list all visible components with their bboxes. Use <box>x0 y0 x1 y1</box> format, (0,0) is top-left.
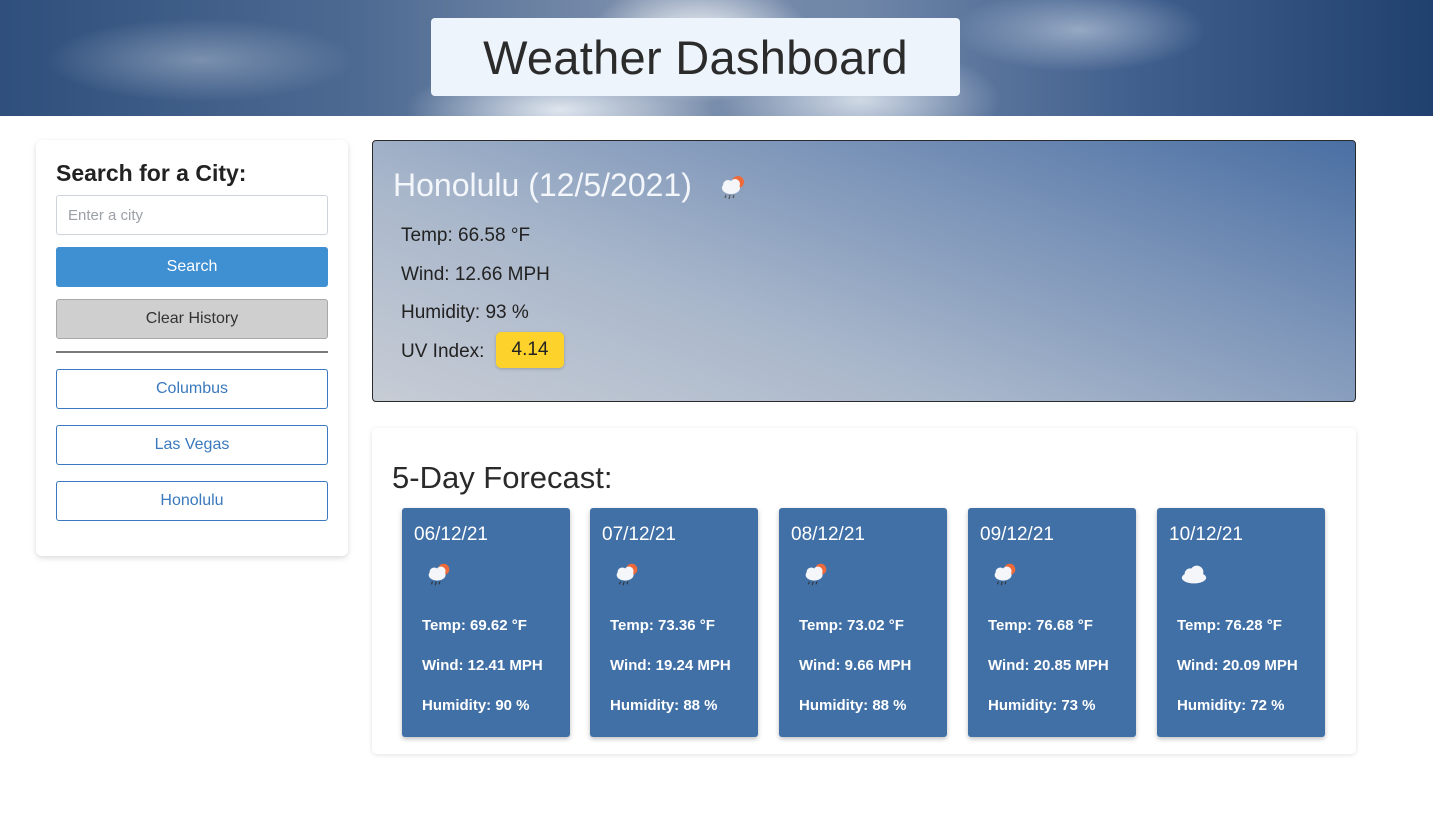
forecast-wind: Wind: 20.85 MPH <box>988 657 1109 674</box>
forecast-wind: Wind: 9.66 MPH <box>799 657 912 674</box>
forecast-date: 07/12/21 <box>602 524 676 545</box>
search-heading: Search for a City: <box>56 160 247 186</box>
forecast-humidity: Humidity: 72 % <box>1177 697 1285 714</box>
search-panel: Search for a City: Search Clear History … <box>36 140 348 556</box>
uv-index-badge: 4.14 <box>496 332 564 368</box>
forecast-section: 5-Day Forecast: 06/12/21 Temp: 69.62 °F … <box>372 428 1356 754</box>
header-banner: Weather Dashboard <box>0 0 1433 116</box>
uv-label: UV Index: <box>401 341 485 362</box>
city-search-input[interactable] <box>56 195 328 235</box>
forecast-wind: Wind: 12.41 MPH <box>422 657 543 674</box>
cloud-icon <box>1181 565 1207 584</box>
forecast-temp: Temp: 73.36 °F <box>610 617 715 634</box>
forecast-humidity: Humidity: 73 % <box>988 697 1096 714</box>
forecast-card: 07/12/21 Temp: 73.36 °F Wind: 19.24 MPH … <box>590 508 758 737</box>
current-city-title: Honolulu (12/5/2021) <box>393 167 692 203</box>
forecast-date: 06/12/21 <box>414 524 488 545</box>
forecast-temp: Temp: 76.68 °F <box>988 617 1093 634</box>
forecast-card: 09/12/21 Temp: 76.68 °F Wind: 20.85 MPH … <box>968 508 1136 737</box>
rain-sun-icon <box>428 563 450 586</box>
search-button[interactable]: Search <box>56 247 328 287</box>
current-weather-card: Honolulu (12/5/2021) Temp: 66.58 °F Wind… <box>372 140 1356 402</box>
rain-sun-icon <box>616 563 638 586</box>
forecast-card: 08/12/21 Temp: 73.02 °F Wind: 9.66 MPH H… <box>779 508 947 737</box>
forecast-temp: Temp: 69.62 °F <box>422 617 527 634</box>
history-button-columbus[interactable]: Columbus <box>56 369 328 409</box>
rain-sun-icon <box>805 563 827 586</box>
forecast-humidity: Humidity: 88 % <box>610 697 718 714</box>
forecast-card: 10/12/21 Temp: 76.28 °F Wind: 20.09 MPH … <box>1157 508 1325 737</box>
page-title: Weather Dashboard <box>483 30 908 84</box>
current-temp: Temp: 66.58 °F <box>401 225 531 246</box>
rain-sun-icon <box>722 176 744 200</box>
history-button-honolulu[interactable]: Honolulu <box>56 481 328 521</box>
forecast-wind: Wind: 19.24 MPH <box>610 657 731 674</box>
forecast-date: 09/12/21 <box>980 524 1054 545</box>
current-wind: Wind: 12.66 MPH <box>401 264 550 285</box>
rain-sun-icon <box>994 563 1016 586</box>
forecast-date: 10/12/21 <box>1169 524 1243 545</box>
divider <box>56 351 328 353</box>
forecast-humidity: Humidity: 88 % <box>799 697 907 714</box>
forecast-temp: Temp: 73.02 °F <box>799 617 904 634</box>
forecast-wind: Wind: 20.09 MPH <box>1177 657 1298 674</box>
forecast-humidity: Humidity: 90 % <box>422 697 530 714</box>
forecast-card: 06/12/21 Temp: 69.62 °F Wind: 12.41 MPH … <box>402 508 570 737</box>
current-humidity: Humidity: 93 % <box>401 302 529 323</box>
history-button-las-vegas[interactable]: Las Vegas <box>56 425 328 465</box>
forecast-temp: Temp: 76.28 °F <box>1177 617 1282 634</box>
forecast-heading: 5-Day Forecast: <box>392 460 613 495</box>
title-box: Weather Dashboard <box>431 18 960 96</box>
forecast-date: 08/12/21 <box>791 524 865 545</box>
clear-history-button[interactable]: Clear History <box>56 299 328 339</box>
